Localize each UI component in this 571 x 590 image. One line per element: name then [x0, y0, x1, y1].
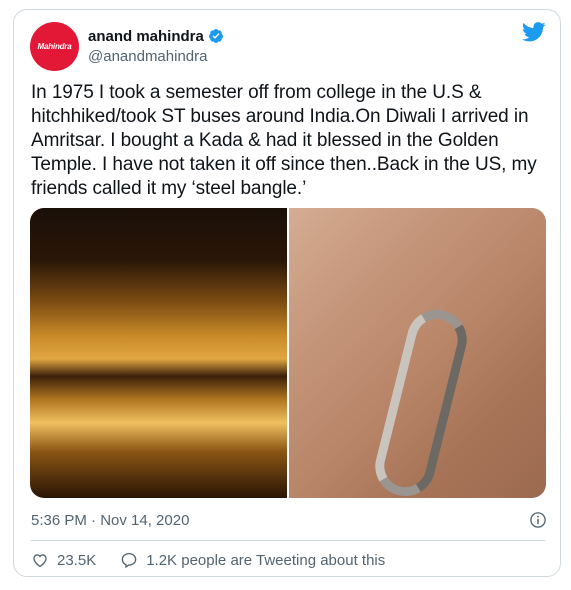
golden-temple-photo[interactable] — [30, 208, 287, 498]
mahindra-logo: Mahindra — [37, 42, 72, 51]
like-count: 23.5K — [57, 551, 97, 569]
heart-icon — [33, 554, 47, 568]
info-icon[interactable] — [529, 511, 547, 529]
like-button[interactable]: 23.5K — [31, 551, 96, 569]
avatar[interactable]: Mahindra — [30, 22, 79, 71]
bangle-shape — [368, 303, 474, 498]
timestamp-row: 5:36 PM · Nov 14, 2020 — [31, 510, 547, 530]
verified-badge-icon — [208, 29, 223, 43]
author-block: anand mahindra @anandmahindra — [88, 26, 224, 65]
twitter-bird-icon[interactable] — [522, 22, 546, 42]
tweet-text: In 1975 I took a semester off from colle… — [31, 82, 537, 199]
author-handle[interactable]: @anandmahindra — [88, 48, 224, 65]
divider — [31, 540, 545, 541]
tweet-timestamp[interactable]: 5:36 PM · Nov 14, 2020 — [31, 512, 189, 529]
tweet-media[interactable] — [30, 208, 546, 498]
tweet-card: Mahindra anand mahindra @anandmahindra I… — [13, 9, 561, 577]
reply-bubble-icon — [121, 552, 137, 569]
author-display-name[interactable]: anand mahindra — [88, 28, 204, 45]
engagement-bar: 23.5K 1.2K people are Tweeting about thi… — [31, 549, 409, 571]
steel-bangle-photo[interactable] — [289, 208, 546, 498]
conversation-button[interactable]: 1.2K people are Tweeting about this — [120, 551, 385, 569]
conversation-count: 1.2K people are Tweeting about this — [146, 551, 386, 569]
